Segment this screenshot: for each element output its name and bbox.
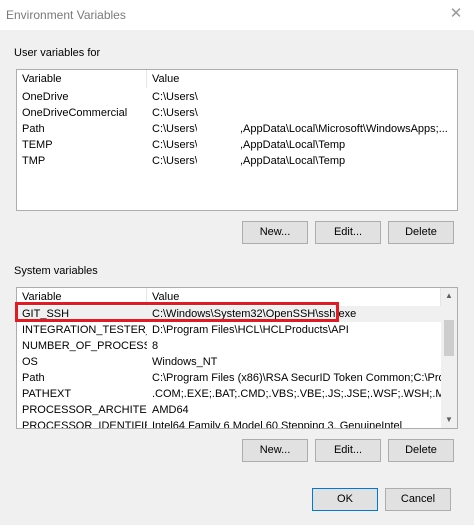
user-list-header: Variable Value [17, 70, 457, 88]
variable-value: C:\Program Files (x86)\RSA SecurID Token… [152, 372, 442, 384]
ok-button[interactable]: OK [312, 488, 378, 511]
table-row[interactable]: INTEGRATION_TESTER_HO... D:\Program File… [17, 322, 441, 338]
variable-value: C:\Users\ [152, 139, 197, 151]
variable-name: PATHEXT [22, 388, 72, 400]
variable-value: AMD64 [152, 404, 189, 416]
variable-name: NUMBER_OF_PROCESSORS [22, 340, 147, 352]
variable-name: PROCESSOR_IDENTIFIER [22, 420, 147, 429]
variable-value-continued: ,AppData\Local\Microsoft\WindowsApps;... [240, 123, 448, 135]
table-row[interactable]: Path C:\Program Files (x86)\RSA SecurID … [17, 370, 442, 386]
variable-value: 8 [152, 340, 159, 352]
variable-value: Windows_NT [152, 356, 218, 368]
title-bar: Environment Variables ✕ [0, 0, 474, 30]
variable-name: OneDriveCommercial [22, 107, 128, 119]
variable-value: D:\Program Files\HCL\HCLProducts\API [152, 324, 349, 336]
variable-value: C:\Users\ [152, 91, 198, 103]
table-row[interactable]: TEMP C:\Users\ ,AppData\Local\Temp [17, 137, 437, 153]
variable-name: OS [22, 356, 38, 368]
user-variables-list[interactable]: Variable Value OneDrive C:\Users\ OneDri… [16, 69, 458, 211]
user-new-button[interactable]: New... [242, 221, 308, 244]
variable-value: .COM;.EXE;.BAT;.CMD;.VBS;.VBE;.JS;.JSE;.… [152, 388, 442, 400]
column-header-variable[interactable]: Variable [17, 70, 147, 88]
variable-value: C:\Users\ [152, 123, 197, 135]
table-row[interactable]: Path C:\Users\ ,AppData\Local\Microsoft\… [17, 121, 448, 137]
variable-name: PROCESSOR_ARCHITECTU... [22, 404, 147, 416]
table-row[interactable]: OneDrive C:\Users\ [17, 89, 437, 105]
system-delete-button[interactable]: Delete [388, 439, 454, 462]
variable-name: INTEGRATION_TESTER_HO... [22, 324, 147, 336]
table-row[interactable]: OneDriveCommercial C:\Users\ [17, 105, 437, 121]
scroll-up-icon[interactable]: ▲ [441, 288, 457, 304]
scroll-down-icon[interactable]: ▼ [441, 412, 457, 428]
vertical-scrollbar[interactable]: ▲ ▼ [441, 288, 457, 428]
variable-name: TMP [22, 155, 46, 167]
variable-name: TEMP [22, 139, 53, 151]
variable-name: Path [22, 372, 45, 384]
table-row[interactable]: OS Windows_NT [17, 354, 441, 370]
system-edit-button[interactable]: Edit... [315, 439, 381, 462]
variable-value: C:\Users\ [152, 107, 198, 119]
annotation-highlight-box [15, 302, 339, 322]
variable-name: OneDrive [22, 91, 69, 103]
variable-value-continued: ,AppData\Local\Temp [240, 139, 346, 151]
scrollbar-thumb[interactable] [444, 320, 454, 356]
system-variables-label: System variables [14, 265, 98, 277]
variable-value-continued: ,AppData\Local\Temp [240, 155, 346, 167]
close-icon[interactable]: ✕ [444, 3, 468, 25]
table-row[interactable]: NUMBER_OF_PROCESSORS 8 [17, 338, 441, 354]
table-row[interactable]: PATHEXT .COM;.EXE;.BAT;.CMD;.VBS;.VBE;.J… [17, 386, 442, 402]
cancel-button[interactable]: Cancel [385, 488, 451, 511]
user-edit-button[interactable]: Edit... [315, 221, 381, 244]
user-variables-label: User variables for [14, 47, 101, 59]
table-row[interactable]: TMP C:\Users\ ,AppData\Local\Temp [17, 153, 437, 169]
system-new-button[interactable]: New... [242, 439, 308, 462]
window-title: Environment Variables [6, 8, 126, 22]
variable-value: C:\Users\ [152, 155, 197, 167]
column-header-value[interactable]: Value [147, 70, 457, 88]
variable-value: Intel64 Family 6 Model 60 Stepping 3, Ge… [152, 420, 403, 429]
table-row[interactable]: PROCESSOR_IDENTIFIER Intel64 Family 6 Mo… [17, 418, 441, 429]
user-delete-button[interactable]: Delete [388, 221, 454, 244]
table-row[interactable]: PROCESSOR_ARCHITECTU... AMD64 [17, 402, 441, 418]
variable-name: Path [22, 123, 45, 135]
